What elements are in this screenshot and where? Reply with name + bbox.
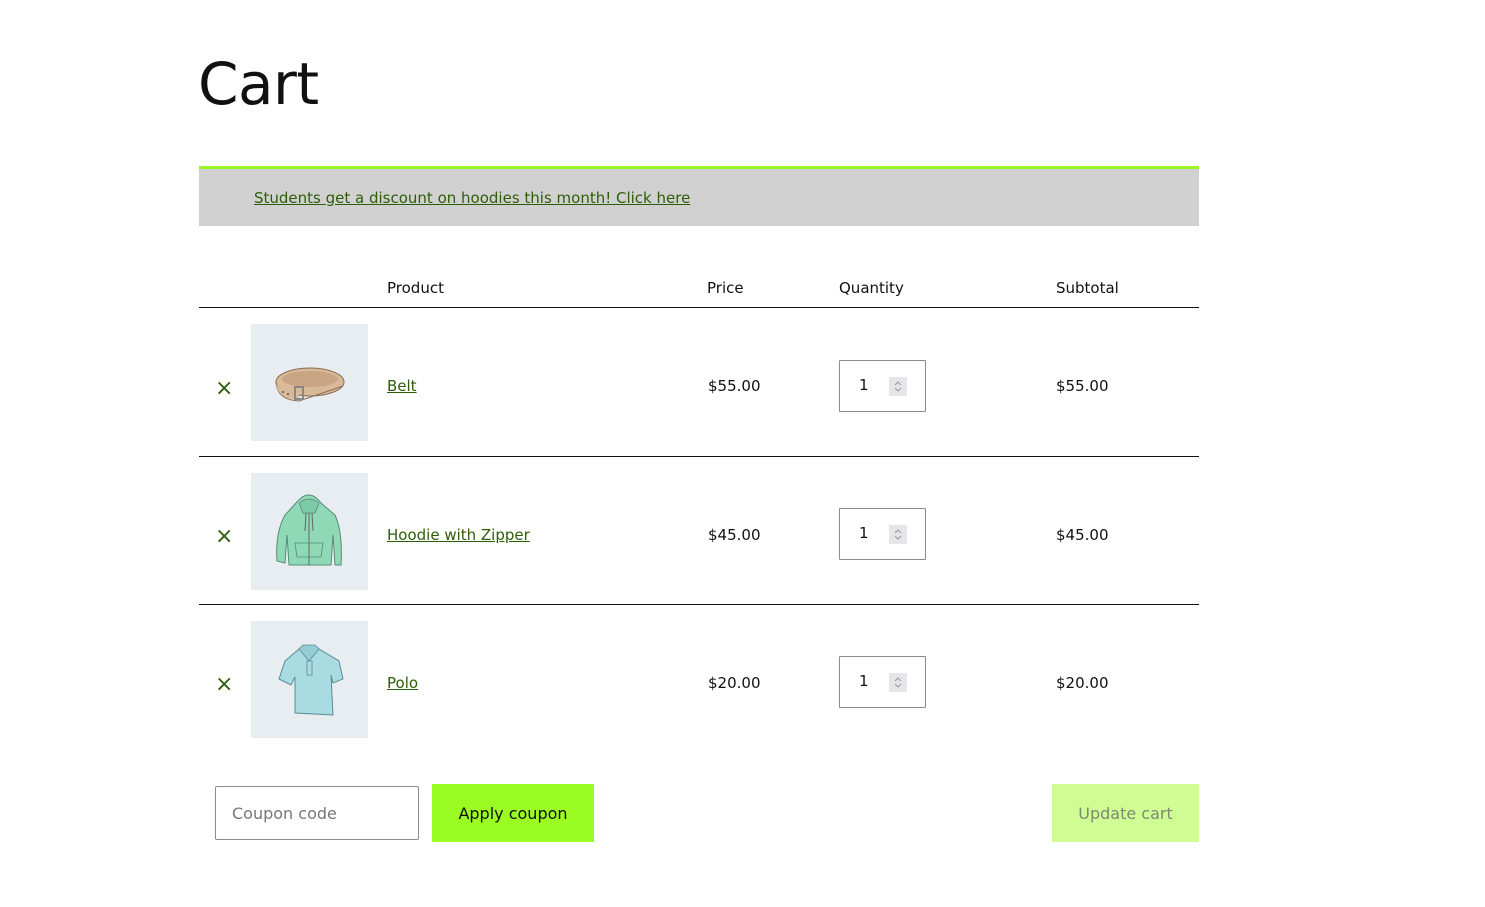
item-subtotal: $20.00: [1056, 674, 1109, 692]
update-cart-button[interactable]: Update cart: [1052, 784, 1199, 842]
remove-item-icon[interactable]: ×: [215, 526, 233, 548]
item-subtotal: $55.00: [1056, 377, 1109, 395]
item-price: $55.00: [708, 377, 761, 395]
product-link[interactable]: Belt: [387, 377, 417, 395]
remove-item-icon[interactable]: ×: [215, 674, 233, 696]
cart-row: × Polo $20.00 1 $20.00: [199, 605, 1199, 753]
promo-notice: Students get a discount on hoodies this …: [199, 166, 1199, 226]
product-link[interactable]: Hoodie with Zipper: [387, 526, 530, 544]
quantity-value: 1: [859, 376, 869, 394]
promo-link[interactable]: Students get a discount on hoodies this …: [254, 189, 690, 207]
quantity-spinner-icon[interactable]: [889, 673, 907, 692]
header-product: Product: [387, 279, 444, 297]
cart-row: × Hoodie with Zipper $45.00 1 $45.00: [199, 457, 1199, 605]
quantity-spinner-icon[interactable]: [889, 377, 907, 396]
page-title: Cart: [198, 50, 319, 118]
item-subtotal: $45.00: [1056, 526, 1109, 544]
quantity-spinner-icon[interactable]: [889, 525, 907, 544]
remove-item-icon[interactable]: ×: [215, 378, 233, 400]
apply-coupon-button[interactable]: Apply coupon: [432, 784, 594, 842]
cart-row: × Belt $55.00 1 $55.00: [199, 308, 1199, 456]
product-link[interactable]: Polo: [387, 674, 418, 692]
quantity-input[interactable]: 1: [839, 656, 926, 708]
polo-image[interactable]: [251, 621, 368, 738]
quantity-input[interactable]: 1: [839, 508, 926, 560]
item-price: $20.00: [708, 674, 761, 692]
quantity-value: 1: [859, 672, 869, 690]
header-quantity: Quantity: [839, 279, 904, 297]
belt-image[interactable]: [251, 324, 368, 441]
header-subtotal: Subtotal: [1056, 279, 1119, 297]
quantity-input[interactable]: 1: [839, 360, 926, 412]
header-price: Price: [707, 279, 744, 297]
quantity-value: 1: [859, 524, 869, 542]
item-price: $45.00: [708, 526, 761, 544]
coupon-code-input[interactable]: [215, 786, 419, 840]
hoodie-image[interactable]: [251, 473, 368, 590]
